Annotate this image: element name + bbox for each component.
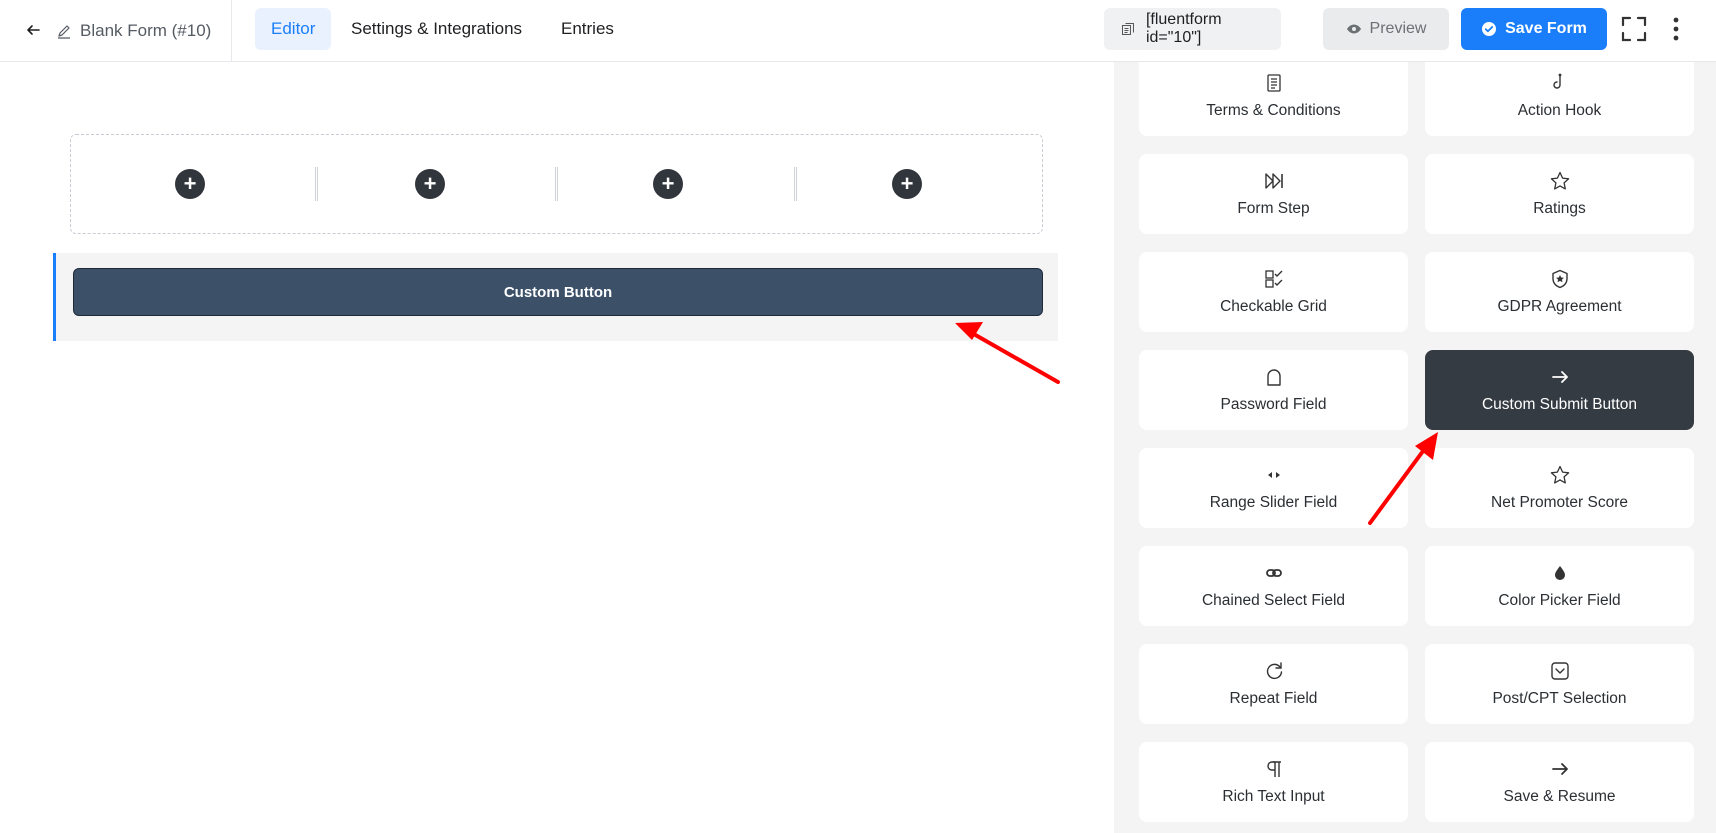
field-label: Password Field: [1220, 396, 1327, 413]
post-selection-icon: [1549, 660, 1571, 682]
tab-editor-label: Editor: [271, 19, 316, 38]
repeat-icon: [1263, 660, 1285, 682]
hook-icon: [1549, 72, 1571, 94]
arrow-left-icon[interactable]: [22, 18, 46, 42]
field-form-step[interactable]: Form Step: [1139, 154, 1408, 234]
field-label: Post/CPT Selection: [1492, 690, 1627, 707]
top-bar: Blank Form (#10) Editor Settings & Integ…: [0, 0, 1716, 62]
field-checkable-grid[interactable]: Checkable Grid: [1139, 252, 1408, 332]
field-label: Repeat Field: [1229, 690, 1318, 707]
arrow-right-icon: [1549, 366, 1571, 388]
column-4: +: [788, 135, 1026, 233]
save-label: Save Form: [1505, 20, 1587, 37]
shield-icon: [1549, 268, 1571, 290]
paragraph-icon: [1263, 758, 1285, 780]
field-chained-select[interactable]: Chained Select Field: [1139, 546, 1408, 626]
add-field-plus-icon[interactable]: +: [175, 169, 205, 199]
fullscreen-icon[interactable]: [1620, 15, 1648, 43]
more-options-icon[interactable]: [1666, 15, 1686, 43]
link-icon: [1263, 562, 1285, 584]
custom-button-wrapper[interactable]: Custom Button: [53, 253, 1058, 341]
preview-button[interactable]: Preview: [1323, 8, 1449, 50]
add-field-plus-icon[interactable]: +: [415, 169, 445, 199]
field-label: Terms & Conditions: [1206, 102, 1341, 119]
column-1: +: [71, 135, 309, 233]
field-post-cpt-selection[interactable]: Post/CPT Selection: [1425, 644, 1694, 724]
field-save-resume[interactable]: Save & Resume: [1425, 742, 1694, 822]
add-field-plus-icon[interactable]: +: [892, 169, 922, 199]
field-label: Net Promoter Score: [1491, 494, 1628, 511]
field-label: Rich Text Input: [1222, 788, 1325, 805]
arrow-right-icon: [1549, 758, 1571, 780]
checkable-grid-icon: [1263, 268, 1285, 290]
copy-icon: [1121, 23, 1134, 35]
check-circle-icon: [1482, 22, 1497, 36]
document-icon: [1263, 72, 1285, 94]
eye-icon: [1346, 24, 1361, 34]
field-terms-conditions[interactable]: Terms & Conditions: [1139, 62, 1408, 136]
fast-forward-icon: [1263, 170, 1285, 192]
field-label: Form Step: [1237, 200, 1310, 217]
field-label: Action Hook: [1517, 102, 1602, 119]
form-canvas: + + + + Custom Button: [0, 62, 1114, 833]
field-gdpr-agreement[interactable]: GDPR Agreement: [1425, 252, 1694, 332]
tab-entries[interactable]: Entries: [545, 8, 630, 50]
form-title[interactable]: Blank Form (#10): [56, 19, 211, 43]
star-icon: [1549, 170, 1571, 192]
form-title-text: Blank Form (#10): [80, 21, 212, 40]
shortcode-copy-button[interactable]: [fluentform id="10"]: [1104, 8, 1281, 50]
field-label: Checkable Grid: [1220, 298, 1327, 315]
field-label: Range Slider Field: [1209, 494, 1338, 511]
field-repeat[interactable]: Repeat Field: [1139, 644, 1408, 724]
field-ratings[interactable]: Ratings: [1425, 154, 1694, 234]
drop-icon: [1549, 562, 1571, 584]
field-label: Color Picker Field: [1498, 592, 1621, 609]
star-outline-icon: [1549, 464, 1571, 486]
range-slider-icon: [1263, 464, 1285, 486]
tab-editor[interactable]: Editor: [255, 8, 332, 50]
tab-settings-label: Settings & Integrations: [351, 19, 523, 38]
field-label: Ratings: [1533, 200, 1586, 217]
field-password[interactable]: Password Field: [1139, 350, 1408, 430]
save-form-button[interactable]: Save Form: [1461, 8, 1607, 50]
field-label: Chained Select Field: [1201, 592, 1346, 609]
custom-button[interactable]: Custom Button: [73, 268, 1043, 316]
field-custom-submit-button[interactable]: Custom Submit Button: [1425, 350, 1694, 430]
field-color-picker[interactable]: Color Picker Field: [1425, 546, 1694, 626]
shortcode-text: [fluentform id="10"]: [1145, 11, 1222, 46]
column-3: +: [549, 135, 787, 233]
divider: [231, 0, 232, 62]
tab-entries-label: Entries: [561, 19, 614, 38]
field-rich-text-input[interactable]: Rich Text Input: [1139, 742, 1408, 822]
field-label: Save & Resume: [1503, 788, 1616, 805]
column-2: +: [311, 135, 549, 233]
field-label: Custom Submit Button: [1481, 396, 1638, 413]
field-palette-sidebar: Terms & Conditions Action Hook Form Step…: [1114, 62, 1716, 833]
field-action-hook[interactable]: Action Hook: [1425, 62, 1694, 136]
field-range-slider[interactable]: Range Slider Field: [1139, 448, 1408, 528]
pencil-icon: [58, 25, 70, 39]
lock-icon: [1263, 366, 1285, 388]
add-field-plus-icon[interactable]: +: [653, 169, 683, 199]
field-net-promoter-score[interactable]: Net Promoter Score: [1425, 448, 1694, 528]
four-column-container[interactable]: + + + +: [70, 134, 1043, 234]
preview-label: Preview: [1369, 20, 1427, 37]
tab-settings-integrations[interactable]: Settings & Integrations: [335, 8, 538, 50]
field-label: GDPR Agreement: [1497, 298, 1622, 315]
